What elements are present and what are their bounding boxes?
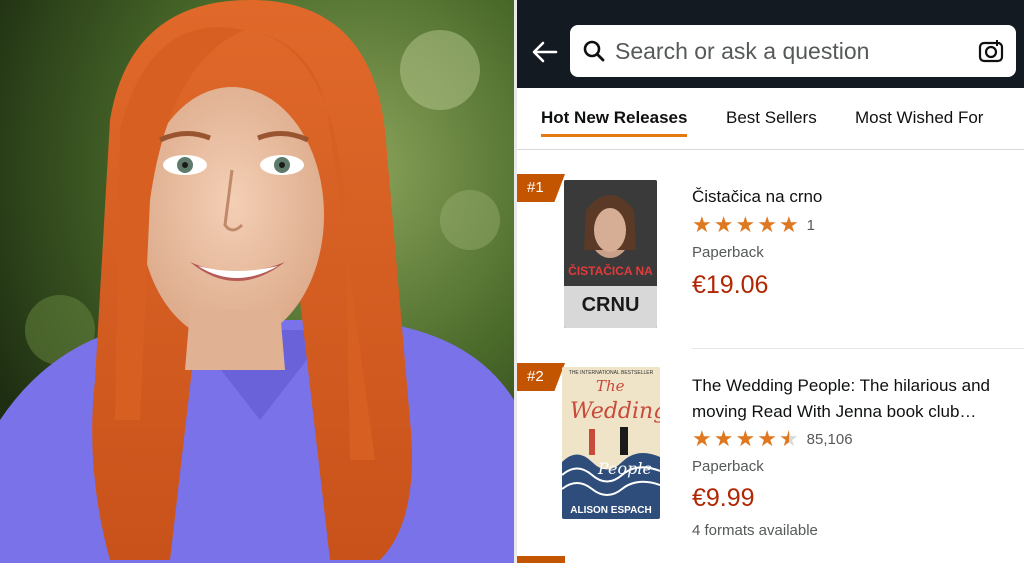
tab-hot-new-releases[interactable]: Hot New Releases [541,108,688,137]
rank-badge-partial [517,556,565,563]
rank-badge: #1 [517,174,565,202]
book-cover[interactable]: THE INTERNATIONAL BESTSELLER The Wedding… [562,367,660,519]
star-icon: ★ [692,212,712,237]
rating[interactable]: ★ ★ ★ ★ ★ 1 [692,214,815,236]
star-icon: ★ [713,212,734,237]
item-divider [692,348,1024,349]
product-format: Paperback [692,244,764,261]
star-icon: ★ [757,426,777,451]
cover-title-people: People [598,459,652,478]
category-tabs: Hot New Releases Best Sellers Most Wishe… [517,88,1024,150]
search-icon [583,40,605,62]
half-star-icon: ★ [778,426,799,451]
star-icon: ★ [778,212,799,237]
cover-title-bottom: CRNU [581,294,640,316]
star-icon: ★ [735,212,756,237]
portrait-photo [0,0,514,563]
cover-title-the: The [596,377,625,395]
search-input[interactable]: Search or ask a question [615,38,869,65]
star-icon: ★ [757,212,777,237]
rating[interactable]: ★ ★ ★ ★ ★ 85,106 [692,428,853,450]
cover-title-top: ČISTAČICA NA [568,264,653,278]
tab-most-wished-for[interactable]: Most Wished For [855,108,983,128]
product-price: €9.99 [692,484,755,512]
product-format: Paperback [692,458,764,475]
amazon-app: Search or ask a question Hot New Release… [517,0,1024,563]
top-bar: Search or ask a question [517,0,1024,88]
portrait-illustration [0,0,514,563]
star-icon: ★ [692,426,712,451]
cover-author: ALISON ESPACH [570,505,652,516]
rank-badge: #2 [517,363,565,391]
book-cover[interactable]: ČISTAČICA NA CRNU [564,180,657,328]
formats-available[interactable]: 4 formats available [692,522,818,539]
product-title[interactable]: Čistačica na crno [692,184,1017,210]
cover-title-wedding: Wedding [570,399,660,424]
review-count: 1 [806,216,816,234]
cover-tagline: THE INTERNATIONAL BESTSELLER [568,370,654,376]
star-icon: ★ [735,426,756,451]
review-count: 85,106 [806,430,853,448]
back-arrow-icon[interactable] [531,38,559,66]
product-title[interactable]: The Wedding People: The hilarious and mo… [692,373,1017,425]
star-icon: ★ [713,426,734,451]
search-box[interactable]: Search or ask a question [570,25,1016,77]
tab-best-sellers[interactable]: Best Sellers [726,108,817,128]
camera-icon[interactable] [978,38,1004,64]
product-price: €19.06 [692,271,769,299]
